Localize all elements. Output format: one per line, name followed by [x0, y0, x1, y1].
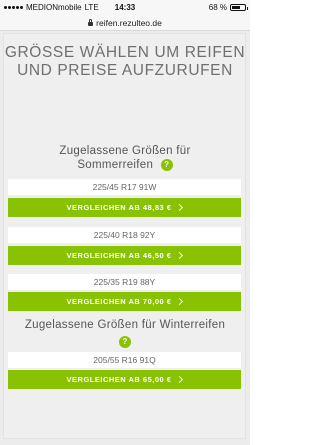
summer-title-line2: Sommerreifen: [77, 159, 154, 171]
compare-button[interactable]: VERGLEICHEN AB 46,50 €: [8, 246, 241, 265]
help-icon[interactable]: ?: [119, 335, 131, 348]
winter-section-title: Zugelassene Größen für Winterreifen: [0, 318, 250, 332]
chevron-right-icon: [176, 297, 184, 305]
tire-size-label: 225/40 R18 92Y: [8, 227, 241, 243]
chevron-right-icon: [176, 375, 184, 383]
address-bar[interactable]: reifen.rezulteo.de: [0, 16, 250, 31]
summer-title-line1: Zugelassene Größen für: [59, 145, 191, 157]
winter-help: ?: [119, 333, 131, 351]
compare-button-label: VERGLEICHEN AB 70,00 €: [66, 297, 172, 306]
compare-button-label: VERGLEICHEN AB 46,50 €: [66, 251, 172, 260]
status-bar: MEDIONmobile LTE 14:33 68 %: [0, 0, 250, 16]
tire-size-label: 205/55 R16 91Q: [8, 352, 241, 368]
status-bar-right: 68 %: [208, 3, 248, 12]
compare-button-label: VERGLEICHEN AB 48,83 €: [66, 203, 172, 212]
compare-button-label: VERGLEICHEN AB 65,00 €: [66, 375, 172, 384]
compare-button[interactable]: VERGLEICHEN AB 65,00 €: [8, 370, 241, 389]
compare-button[interactable]: VERGLEICHEN AB 70,00 €: [8, 292, 241, 311]
page-title: GRÖSSE WÄHLEN UM REIFEN UND PREISE AUFZU…: [4, 44, 246, 79]
winter-title: Zugelassene Größen für Winterreifen: [24, 319, 226, 331]
summer-section-title: Zugelassene Größen für Sommerreifen ?: [0, 144, 250, 172]
chevron-right-icon: [176, 203, 184, 211]
battery-icon: [230, 4, 248, 11]
url-text[interactable]: reifen.rezulteo.de: [96, 18, 162, 28]
tire-size-label: 225/35 R19 88Y: [8, 274, 241, 290]
compare-button[interactable]: VERGLEICHEN AB 48,83 €: [8, 198, 241, 217]
tire-size-label: 225/45 R17 91W: [8, 179, 241, 195]
battery-percent: 68 %: [208, 3, 227, 12]
chevron-right-icon: [176, 251, 184, 259]
lock-icon: [88, 19, 94, 26]
help-icon[interactable]: ?: [160, 158, 173, 171]
